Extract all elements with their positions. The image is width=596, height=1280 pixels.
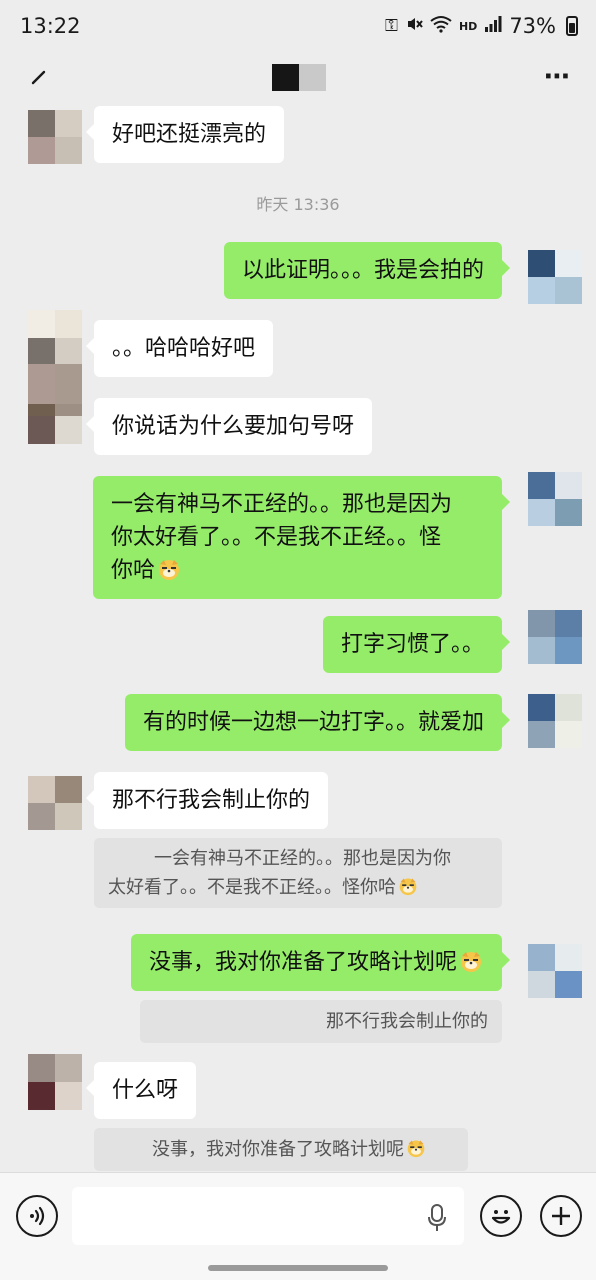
doge-emoji-icon [458, 949, 484, 973]
status-icons: ⚿ HD 73% [385, 14, 578, 38]
title-block-light [299, 63, 326, 91]
message-bubble-in[interactable]: 你说话为什么要加句号呀 [85, 398, 373, 455]
key-icon: ⚿ [385, 16, 398, 36]
quote-line: 一会有神马不正经的。。那也是因为你 [154, 848, 451, 869]
doge-emoji-icon [397, 876, 419, 896]
signal-icon [484, 15, 502, 38]
message-line: 你太好看了。。不是我不正经。。怪 [111, 525, 442, 550]
edit-icon[interactable] [24, 62, 54, 92]
message-bubble-out[interactable]: 以此证明。。。我是会拍的 [223, 242, 511, 299]
message-bubble-out[interactable]: 打字习惯了。。 [322, 616, 511, 673]
quote-line-text: 太好看了。。不是我不正经。。怪你哈 [108, 877, 396, 898]
contact-avatar[interactable] [28, 776, 82, 830]
input-bar [0, 1172, 596, 1280]
message-line: 一会有神马不正经的。。那也是因为 [111, 492, 453, 517]
doge-emoji-icon [156, 557, 182, 581]
voice-toggle-button[interactable] [16, 1195, 58, 1237]
message-bubble-out[interactable]: 有的时候一边想一边打字。。就爱加 [124, 694, 511, 751]
message-bubble-in[interactable]: 好吧还挺漂亮的 [85, 106, 285, 163]
quote-line-last: 太好看了。。不是我不正经。。怪你哈 [108, 873, 488, 902]
message-bubble-in[interactable]: 那不行我会制止你的 [85, 772, 329, 829]
battery-percent: 73% [509, 14, 556, 38]
my-avatar[interactable] [528, 250, 582, 304]
battery-icon [566, 16, 578, 36]
chat-area[interactable]: 好吧还挺漂亮的 昨天 13:36 以此证明。。。我是会拍的 。。哈哈哈好吧 你说… [0, 102, 596, 1172]
message-timestamp: 昨天 13:36 [256, 195, 340, 214]
home-indicator[interactable] [208, 1265, 388, 1271]
quoted-message[interactable]: 一会有神马不正经的。。那也是因为你 太好看了。。不是我不正经。。怪你哈 [94, 838, 502, 908]
quoted-message[interactable]: 没事，我对你准备了攻略计划呢 [94, 1128, 468, 1171]
message-bubble-in[interactable]: 。。哈哈哈好吧 [85, 320, 274, 377]
plus-icon [552, 1207, 570, 1225]
network-type: HD [458, 19, 478, 33]
chat-header: ⋯ [0, 52, 596, 102]
quote-text: 没事，我对你准备了攻略计划呢 [152, 1139, 404, 1160]
message-line-last: 你哈 [111, 554, 484, 587]
contact-avatar[interactable] [28, 310, 82, 366]
message-input[interactable] [72, 1187, 464, 1245]
voice-icon [30, 1206, 45, 1226]
contact-avatar[interactable] [28, 110, 82, 164]
smiley-icon [491, 1210, 511, 1224]
wifi-icon [430, 15, 452, 38]
emoji-button[interactable] [480, 1195, 522, 1237]
title-block-dark [272, 63, 299, 91]
more-actions-button[interactable] [540, 1195, 582, 1237]
my-avatar[interactable] [528, 944, 582, 998]
my-avatar[interactable] [528, 610, 582, 664]
message-bubble-out[interactable]: 没事，我对你准备了攻略计划呢 [130, 934, 511, 991]
my-avatar[interactable] [528, 694, 582, 748]
mute-icon [405, 15, 423, 38]
message-text: 没事，我对你准备了攻略计划呢 [148, 950, 457, 975]
more-options-icon[interactable]: ⋯ [544, 62, 572, 92]
contact-avatar[interactable] [28, 1054, 82, 1110]
message-line-text: 你哈 [111, 558, 156, 583]
chat-title-avatar[interactable] [272, 63, 326, 91]
my-avatar[interactable] [528, 472, 582, 526]
doge-emoji-icon [405, 1138, 427, 1158]
message-bubble-in[interactable]: 什么呀 [85, 1062, 197, 1119]
microphone-icon[interactable] [426, 1203, 448, 1233]
status-bar: 13:22 ⚿ HD 73% [0, 0, 596, 52]
contact-avatar-fragment [28, 416, 82, 444]
status-time: 13:22 [20, 14, 81, 38]
message-bubble-out[interactable]: 一会有神马不正经的。。那也是因为 你太好看了。。不是我不正经。。怪 你哈 [93, 476, 510, 599]
quoted-message[interactable]: 那不行我会制止你的 [140, 1000, 502, 1043]
